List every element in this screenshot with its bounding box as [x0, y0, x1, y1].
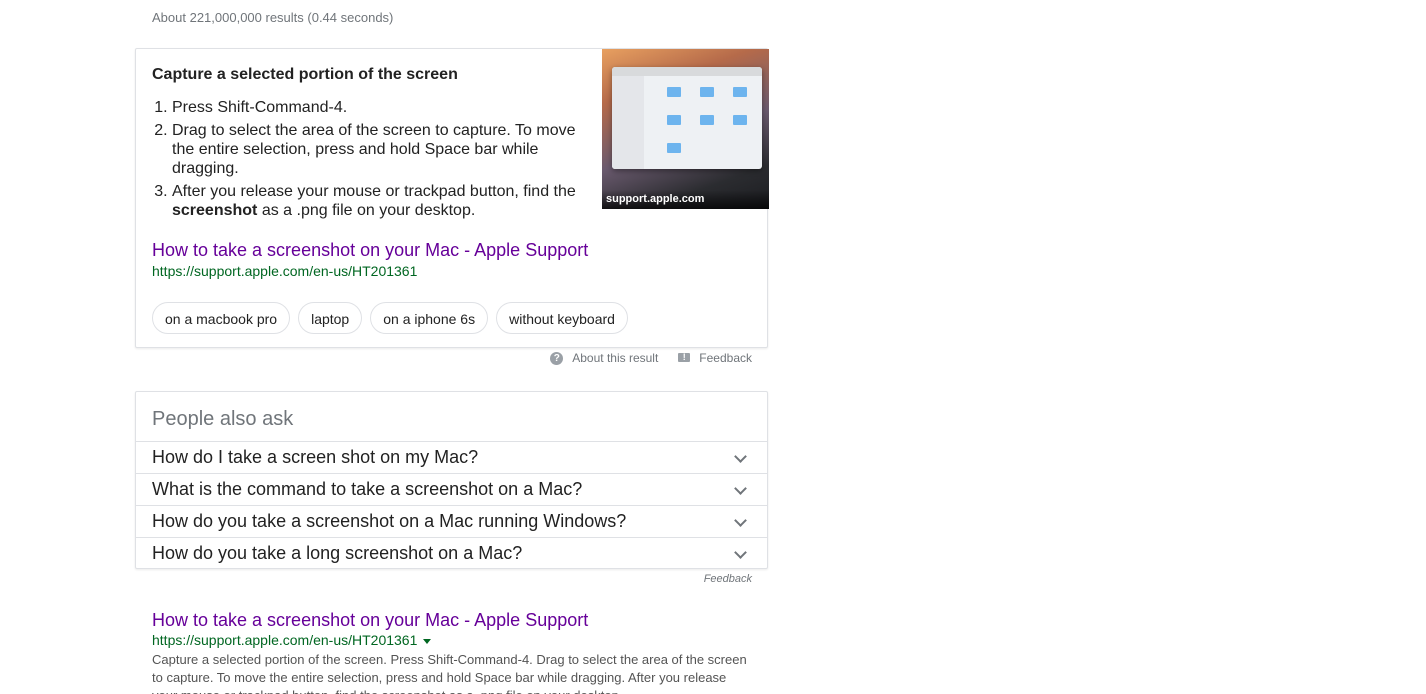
folder-icon — [733, 87, 747, 97]
snippet-step: Press Shift-Command-4. — [172, 98, 576, 117]
paa-question-row[interactable]: How do I take a screen shot on my Mac? — [136, 441, 767, 473]
snippet-footer: ? About this result Feedback — [550, 351, 752, 365]
paa-feedback-link[interactable]: Feedback — [704, 573, 752, 585]
thumbnail-sidebar — [612, 76, 644, 169]
snippet-result-link[interactable]: How to take a screenshot on your Mac - A… — [152, 240, 588, 261]
search-results-page: About 221,000,000 results (0.44 seconds)… — [0, 0, 1426, 694]
people-also-ask-title: People also ask — [152, 408, 294, 430]
paa-question-row[interactable]: How do you take a screenshot on a Mac ru… — [136, 505, 767, 537]
snippet-heading: Capture a selected portion of the screen — [152, 66, 458, 83]
folder-icon — [700, 87, 714, 97]
paa-question-text: How do you take a long screenshot on a M… — [152, 543, 523, 563]
feedback-flag-icon — [678, 352, 691, 364]
snippet-feedback-link[interactable]: Feedback — [678, 351, 752, 365]
snippet-step-text: as a .png file on your desktop. — [257, 202, 476, 219]
related-search-chip[interactable]: without keyboard — [496, 302, 628, 334]
folder-icon — [667, 87, 681, 97]
paa-question-text: How do you take a screenshot on a Mac ru… — [152, 511, 627, 531]
paa-question-text: What is the command to take a screenshot… — [152, 479, 583, 499]
result-title-link[interactable]: How to take a screenshot on your Mac - A… — [152, 610, 588, 631]
folder-icon — [700, 115, 714, 125]
result-url: https://support.apple.com/en-us/HT201361 — [152, 632, 418, 648]
snippet-result-url: https://support.apple.com/en-us/HT201361 — [152, 263, 418, 279]
thumbnail-titlebar — [612, 67, 762, 76]
snippet-feedback-label: Feedback — [699, 351, 752, 365]
chevron-down-icon — [734, 514, 747, 527]
related-search-chip[interactable]: on a macbook pro — [152, 302, 291, 334]
snippet-step: After you release your mouse or trackpad… — [172, 182, 576, 220]
folder-icon — [667, 115, 681, 125]
paa-question-row[interactable]: How do you take a long screenshot on a M… — [136, 537, 767, 569]
caret-down-icon[interactable] — [423, 638, 432, 644]
result-description: Capture a selected portion of the screen… — [152, 652, 747, 694]
folder-icon — [733, 115, 747, 125]
related-search-chip[interactable]: laptop — [298, 302, 363, 334]
snippet-thumbnail-image[interactable]: support.apple.com — [602, 49, 769, 209]
snippet-step-text: After you release your mouse or trackpad… — [172, 183, 576, 200]
result-url-row: https://support.apple.com/en-us/HT201361 — [152, 632, 432, 648]
related-search-chips: on a macbook pro laptop on a iphone 6s w… — [152, 302, 628, 334]
paa-question-row[interactable]: What is the command to take a screenshot… — [136, 473, 767, 505]
chevron-down-icon — [734, 546, 747, 559]
about-this-result-link[interactable]: ? About this result — [550, 351, 658, 365]
snippet-steps-list: Press Shift-Command-4. Drag to select th… — [152, 98, 576, 224]
question-circle-icon: ? — [550, 351, 564, 365]
result-stats: About 221,000,000 results (0.44 seconds) — [152, 10, 394, 25]
chevron-down-icon — [734, 450, 747, 463]
featured-snippet-card: Capture a selected portion of the screen… — [135, 48, 769, 348]
snippet-step: Drag to select the area of the screen to… — [172, 121, 576, 178]
related-search-chip[interactable]: on a iphone 6s — [370, 302, 489, 334]
thumbnail-finder-window — [612, 67, 762, 169]
folder-icon — [667, 143, 681, 153]
people-also-ask-card: People also ask How do I take a screen s… — [135, 391, 768, 569]
snippet-step-emphasis: screenshot — [172, 202, 258, 219]
thumbnail-caption: support.apple.com — [602, 190, 769, 209]
paa-question-text: How do I take a screen shot on my Mac? — [152, 447, 479, 467]
chevron-down-icon — [734, 482, 747, 495]
about-this-result-label: About this result — [572, 351, 659, 365]
